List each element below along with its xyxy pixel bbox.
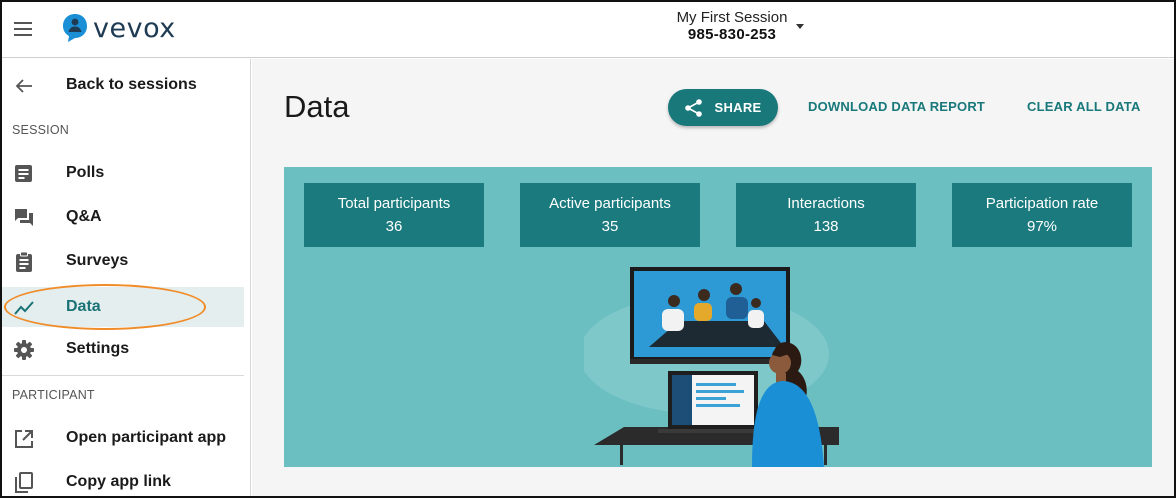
polls-icon (15, 165, 32, 182)
stat-value: 35 (601, 218, 619, 235)
back-to-sessions-link[interactable]: Back to sessions (2, 65, 244, 105)
sidebar-item-settings[interactable]: Settings (2, 329, 244, 369)
section-label-session: SESSION (12, 123, 69, 137)
sidebar: Back to sessions SESSION Polls Q&A Surve… (2, 59, 251, 496)
sidebar-item-surveys[interactable]: Surveys (2, 241, 244, 281)
stat-card-active-participants: Active participants 35 (520, 183, 700, 247)
arrow-left-icon (15, 79, 32, 93)
share-icon (685, 98, 703, 117)
stat-value: 138 (813, 218, 839, 235)
sidebar-item-qa[interactable]: Q&A (2, 197, 244, 237)
share-button[interactable]: SHARE (668, 89, 778, 126)
stats-panel: Total participants 36 Active participant… (284, 167, 1152, 467)
sidebar-item-label: Copy app link (66, 473, 171, 490)
main-content: Data SHARE DOWNLOAD DATA REPORT CLEAR AL… (252, 59, 1174, 496)
sidebar-item-label: Open participant app (66, 429, 227, 446)
share-label: SHARE (714, 100, 762, 115)
data-trend-icon (14, 301, 34, 315)
session-name: My First Session (676, 9, 788, 26)
sidebar-item-copy-app-link[interactable]: Copy app link (2, 462, 244, 496)
meeting-illustration (584, 267, 839, 467)
sidebar-item-data[interactable]: Data (2, 287, 244, 327)
stat-card-total-participants: Total participants 36 (304, 183, 484, 247)
stat-value: 36 (385, 218, 403, 235)
download-data-report-button[interactable]: DOWNLOAD DATA REPORT (808, 99, 985, 114)
session-selector[interactable]: My First Session 985-830-253 (642, 9, 822, 43)
app-window: vevox My First Session 985-830-253 Back … (0, 0, 1176, 498)
menu-icon[interactable] (14, 22, 32, 36)
stat-label: Interactions (787, 195, 865, 212)
stat-label: Total participants (337, 195, 451, 212)
vevox-logo-icon (63, 14, 87, 42)
section-label-participant: PARTICIPANT (12, 388, 95, 402)
surveys-icon (16, 251, 32, 272)
sidebar-item-label: Settings (66, 340, 130, 357)
gear-icon (14, 340, 34, 360)
sidebar-item-label: Surveys (66, 252, 129, 269)
stat-label: Participation rate (985, 195, 1099, 212)
chevron-down-icon[interactable] (796, 24, 804, 29)
sidebar-item-label: Data (66, 298, 101, 315)
stat-card-interactions: Interactions 138 (736, 183, 916, 247)
qa-icon (15, 209, 33, 226)
stat-label: Active participants (549, 195, 671, 212)
open-external-icon (15, 430, 33, 448)
copy-icon (15, 472, 33, 493)
sidebar-item-open-participant-app[interactable]: Open participant app (2, 418, 244, 458)
top-bar: vevox My First Session 985-830-253 (2, 2, 1174, 58)
stat-card-participation-rate: Participation rate 97% (952, 183, 1132, 247)
back-label: Back to sessions (66, 76, 197, 93)
session-code: 985-830-253 (687, 26, 777, 43)
stat-value: 97% (1026, 218, 1058, 235)
sidebar-item-label: Polls (66, 164, 105, 181)
divider (2, 375, 244, 376)
page-title: Data (284, 89, 350, 124)
brand-name: vevox (93, 12, 176, 44)
clear-all-data-button[interactable]: CLEAR ALL DATA (1027, 99, 1141, 114)
vevox-logo: vevox (62, 11, 176, 45)
sidebar-item-polls[interactable]: Polls (2, 153, 244, 193)
sidebar-item-label: Q&A (66, 208, 102, 225)
